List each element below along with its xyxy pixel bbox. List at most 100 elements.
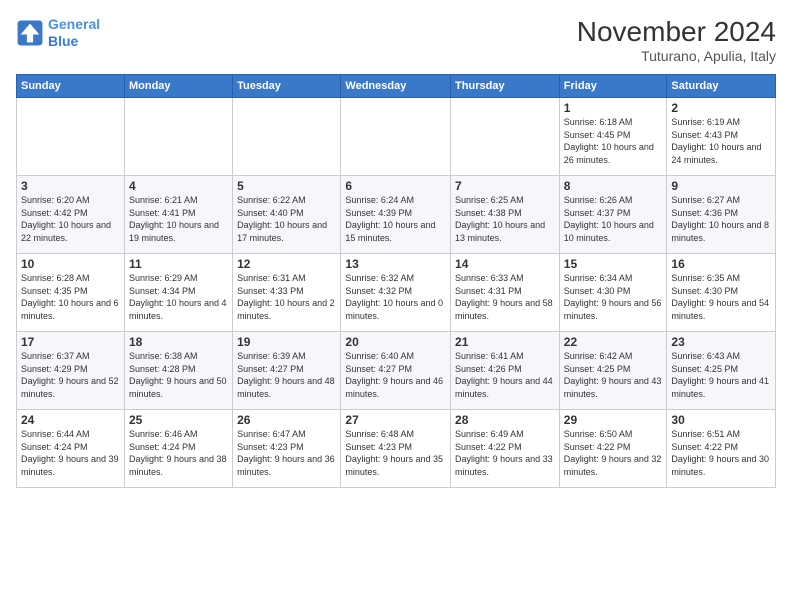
weekday-header: Sunday [17, 75, 125, 98]
header: General Blue November 2024 Tuturano, Apu… [16, 16, 776, 64]
weekday-header-row: SundayMondayTuesdayWednesdayThursdayFrid… [17, 75, 776, 98]
calendar-cell: 10Sunrise: 6:28 AM Sunset: 4:35 PM Dayli… [17, 254, 125, 332]
calendar-cell: 16Sunrise: 6:35 AM Sunset: 4:30 PM Dayli… [667, 254, 776, 332]
day-info: Sunrise: 6:34 AM Sunset: 4:30 PM Dayligh… [564, 272, 663, 322]
calendar-cell: 24Sunrise: 6:44 AM Sunset: 4:24 PM Dayli… [17, 410, 125, 488]
day-number: 26 [237, 413, 336, 427]
day-number: 25 [129, 413, 228, 427]
calendar-cell: 26Sunrise: 6:47 AM Sunset: 4:23 PM Dayli… [233, 410, 341, 488]
day-number: 6 [345, 179, 446, 193]
day-number: 13 [345, 257, 446, 271]
calendar-table: SundayMondayTuesdayWednesdayThursdayFrid… [16, 74, 776, 488]
weekday-header: Friday [559, 75, 667, 98]
day-info: Sunrise: 6:20 AM Sunset: 4:42 PM Dayligh… [21, 194, 120, 244]
day-number: 28 [455, 413, 555, 427]
day-info: Sunrise: 6:22 AM Sunset: 4:40 PM Dayligh… [237, 194, 336, 244]
calendar-cell: 27Sunrise: 6:48 AM Sunset: 4:23 PM Dayli… [341, 410, 451, 488]
day-info: Sunrise: 6:50 AM Sunset: 4:22 PM Dayligh… [564, 428, 663, 478]
day-number: 29 [564, 413, 663, 427]
calendar-week-row: 3Sunrise: 6:20 AM Sunset: 4:42 PM Daylig… [17, 176, 776, 254]
day-number: 2 [671, 101, 771, 115]
calendar-cell: 4Sunrise: 6:21 AM Sunset: 4:41 PM Daylig… [124, 176, 232, 254]
day-number: 10 [21, 257, 120, 271]
day-info: Sunrise: 6:21 AM Sunset: 4:41 PM Dayligh… [129, 194, 228, 244]
day-number: 12 [237, 257, 336, 271]
calendar-cell: 11Sunrise: 6:29 AM Sunset: 4:34 PM Dayli… [124, 254, 232, 332]
day-number: 20 [345, 335, 446, 349]
day-number: 21 [455, 335, 555, 349]
day-info: Sunrise: 6:39 AM Sunset: 4:27 PM Dayligh… [237, 350, 336, 400]
calendar-cell [451, 98, 560, 176]
logo-line1: General [48, 16, 100, 32]
day-number: 7 [455, 179, 555, 193]
day-number: 11 [129, 257, 228, 271]
weekday-header: Saturday [667, 75, 776, 98]
calendar-cell: 3Sunrise: 6:20 AM Sunset: 4:42 PM Daylig… [17, 176, 125, 254]
calendar-cell: 28Sunrise: 6:49 AM Sunset: 4:22 PM Dayli… [451, 410, 560, 488]
calendar-cell: 21Sunrise: 6:41 AM Sunset: 4:26 PM Dayli… [451, 332, 560, 410]
calendar-cell: 18Sunrise: 6:38 AM Sunset: 4:28 PM Dayli… [124, 332, 232, 410]
day-info: Sunrise: 6:40 AM Sunset: 4:27 PM Dayligh… [345, 350, 446, 400]
calendar-cell: 8Sunrise: 6:26 AM Sunset: 4:37 PM Daylig… [559, 176, 667, 254]
day-info: Sunrise: 6:25 AM Sunset: 4:38 PM Dayligh… [455, 194, 555, 244]
day-info: Sunrise: 6:31 AM Sunset: 4:33 PM Dayligh… [237, 272, 336, 322]
day-number: 1 [564, 101, 663, 115]
calendar-cell: 13Sunrise: 6:32 AM Sunset: 4:32 PM Dayli… [341, 254, 451, 332]
day-number: 9 [671, 179, 771, 193]
day-info: Sunrise: 6:19 AM Sunset: 4:43 PM Dayligh… [671, 116, 771, 166]
day-number: 4 [129, 179, 228, 193]
logo: General Blue [16, 16, 100, 50]
calendar-cell: 15Sunrise: 6:34 AM Sunset: 4:30 PM Dayli… [559, 254, 667, 332]
calendar-cell [341, 98, 451, 176]
calendar-cell: 6Sunrise: 6:24 AM Sunset: 4:39 PM Daylig… [341, 176, 451, 254]
day-info: Sunrise: 6:18 AM Sunset: 4:45 PM Dayligh… [564, 116, 663, 166]
day-number: 19 [237, 335, 336, 349]
day-number: 5 [237, 179, 336, 193]
day-info: Sunrise: 6:43 AM Sunset: 4:25 PM Dayligh… [671, 350, 771, 400]
day-info: Sunrise: 6:46 AM Sunset: 4:24 PM Dayligh… [129, 428, 228, 478]
day-info: Sunrise: 6:35 AM Sunset: 4:30 PM Dayligh… [671, 272, 771, 322]
calendar-cell: 9Sunrise: 6:27 AM Sunset: 4:36 PM Daylig… [667, 176, 776, 254]
weekday-header: Monday [124, 75, 232, 98]
day-info: Sunrise: 6:32 AM Sunset: 4:32 PM Dayligh… [345, 272, 446, 322]
logo-text: General Blue [48, 16, 100, 50]
title-block: November 2024 Tuturano, Apulia, Italy [577, 16, 776, 64]
weekday-header: Thursday [451, 75, 560, 98]
calendar-cell: 29Sunrise: 6:50 AM Sunset: 4:22 PM Dayli… [559, 410, 667, 488]
calendar-cell [17, 98, 125, 176]
calendar-cell: 2Sunrise: 6:19 AM Sunset: 4:43 PM Daylig… [667, 98, 776, 176]
weekday-header: Tuesday [233, 75, 341, 98]
day-info: Sunrise: 6:48 AM Sunset: 4:23 PM Dayligh… [345, 428, 446, 478]
day-number: 30 [671, 413, 771, 427]
page: General Blue November 2024 Tuturano, Apu… [0, 0, 792, 612]
calendar-cell: 19Sunrise: 6:39 AM Sunset: 4:27 PM Dayli… [233, 332, 341, 410]
logo-line2: Blue [48, 33, 78, 49]
calendar-week-row: 24Sunrise: 6:44 AM Sunset: 4:24 PM Dayli… [17, 410, 776, 488]
logo-icon [16, 19, 44, 47]
day-number: 18 [129, 335, 228, 349]
calendar-cell: 25Sunrise: 6:46 AM Sunset: 4:24 PM Dayli… [124, 410, 232, 488]
day-info: Sunrise: 6:41 AM Sunset: 4:26 PM Dayligh… [455, 350, 555, 400]
calendar-cell: 7Sunrise: 6:25 AM Sunset: 4:38 PM Daylig… [451, 176, 560, 254]
day-info: Sunrise: 6:26 AM Sunset: 4:37 PM Dayligh… [564, 194, 663, 244]
calendar-cell [233, 98, 341, 176]
day-number: 23 [671, 335, 771, 349]
day-info: Sunrise: 6:28 AM Sunset: 4:35 PM Dayligh… [21, 272, 120, 322]
calendar-cell [124, 98, 232, 176]
day-number: 8 [564, 179, 663, 193]
calendar-cell: 23Sunrise: 6:43 AM Sunset: 4:25 PM Dayli… [667, 332, 776, 410]
calendar-cell: 17Sunrise: 6:37 AM Sunset: 4:29 PM Dayli… [17, 332, 125, 410]
calendar-cell: 14Sunrise: 6:33 AM Sunset: 4:31 PM Dayli… [451, 254, 560, 332]
day-info: Sunrise: 6:24 AM Sunset: 4:39 PM Dayligh… [345, 194, 446, 244]
day-number: 22 [564, 335, 663, 349]
day-info: Sunrise: 6:47 AM Sunset: 4:23 PM Dayligh… [237, 428, 336, 478]
calendar-cell: 5Sunrise: 6:22 AM Sunset: 4:40 PM Daylig… [233, 176, 341, 254]
calendar-cell: 30Sunrise: 6:51 AM Sunset: 4:22 PM Dayli… [667, 410, 776, 488]
calendar-week-row: 17Sunrise: 6:37 AM Sunset: 4:29 PM Dayli… [17, 332, 776, 410]
month-title: November 2024 [577, 16, 776, 48]
day-number: 17 [21, 335, 120, 349]
calendar-week-row: 10Sunrise: 6:28 AM Sunset: 4:35 PM Dayli… [17, 254, 776, 332]
day-info: Sunrise: 6:33 AM Sunset: 4:31 PM Dayligh… [455, 272, 555, 322]
calendar-cell: 12Sunrise: 6:31 AM Sunset: 4:33 PM Dayli… [233, 254, 341, 332]
day-info: Sunrise: 6:49 AM Sunset: 4:22 PM Dayligh… [455, 428, 555, 478]
